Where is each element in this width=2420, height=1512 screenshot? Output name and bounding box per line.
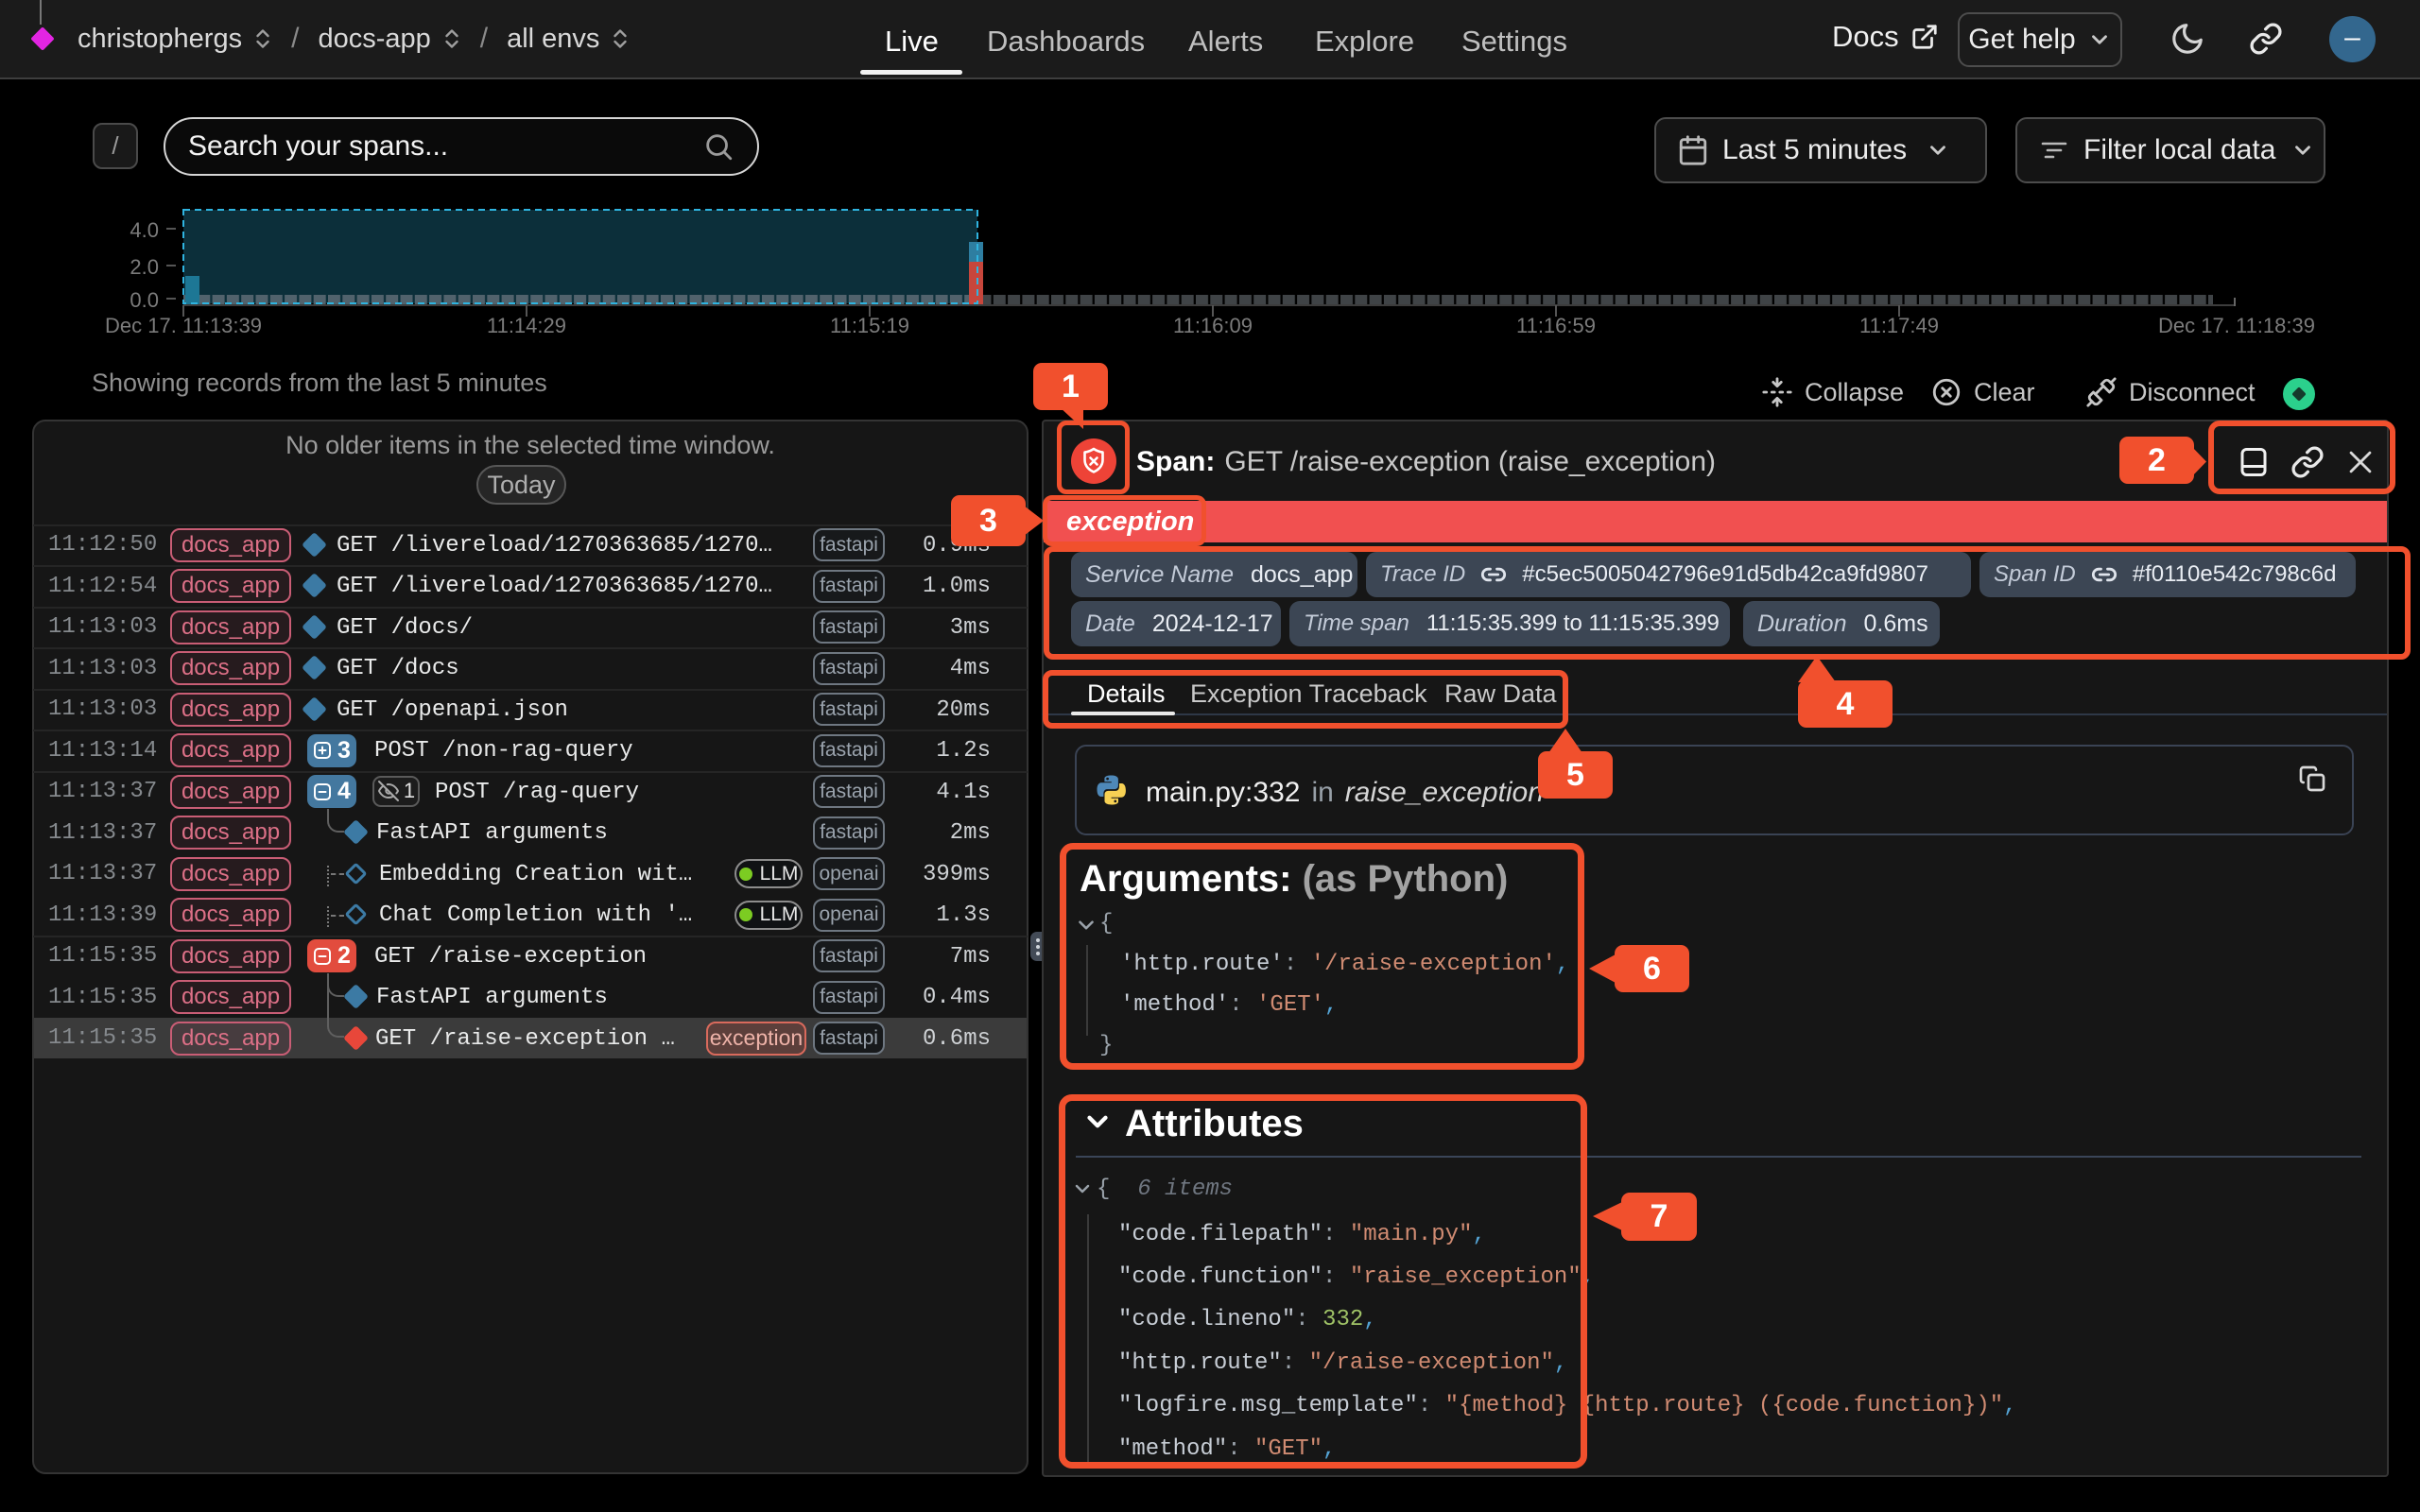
svg-text:4.0: 4.0 [130,218,159,242]
svg-text:Dec 17. 11:18:39: Dec 17. 11:18:39 [2158,314,2315,337]
svg-text:11:16:09: 11:16:09 [1173,314,1253,337]
svg-text:2.0: 2.0 [130,255,159,279]
svg-text:11:16:59: 11:16:59 [1516,314,1596,337]
svg-text:0.0: 0.0 [130,288,159,312]
svg-text:11:17:49: 11:17:49 [1859,314,1939,337]
svg-text:11:15:19: 11:15:19 [830,314,909,337]
svg-text:Dec 17. 11:13:39: Dec 17. 11:13:39 [105,314,262,337]
svg-text:11:14:29: 11:14:29 [487,314,566,337]
